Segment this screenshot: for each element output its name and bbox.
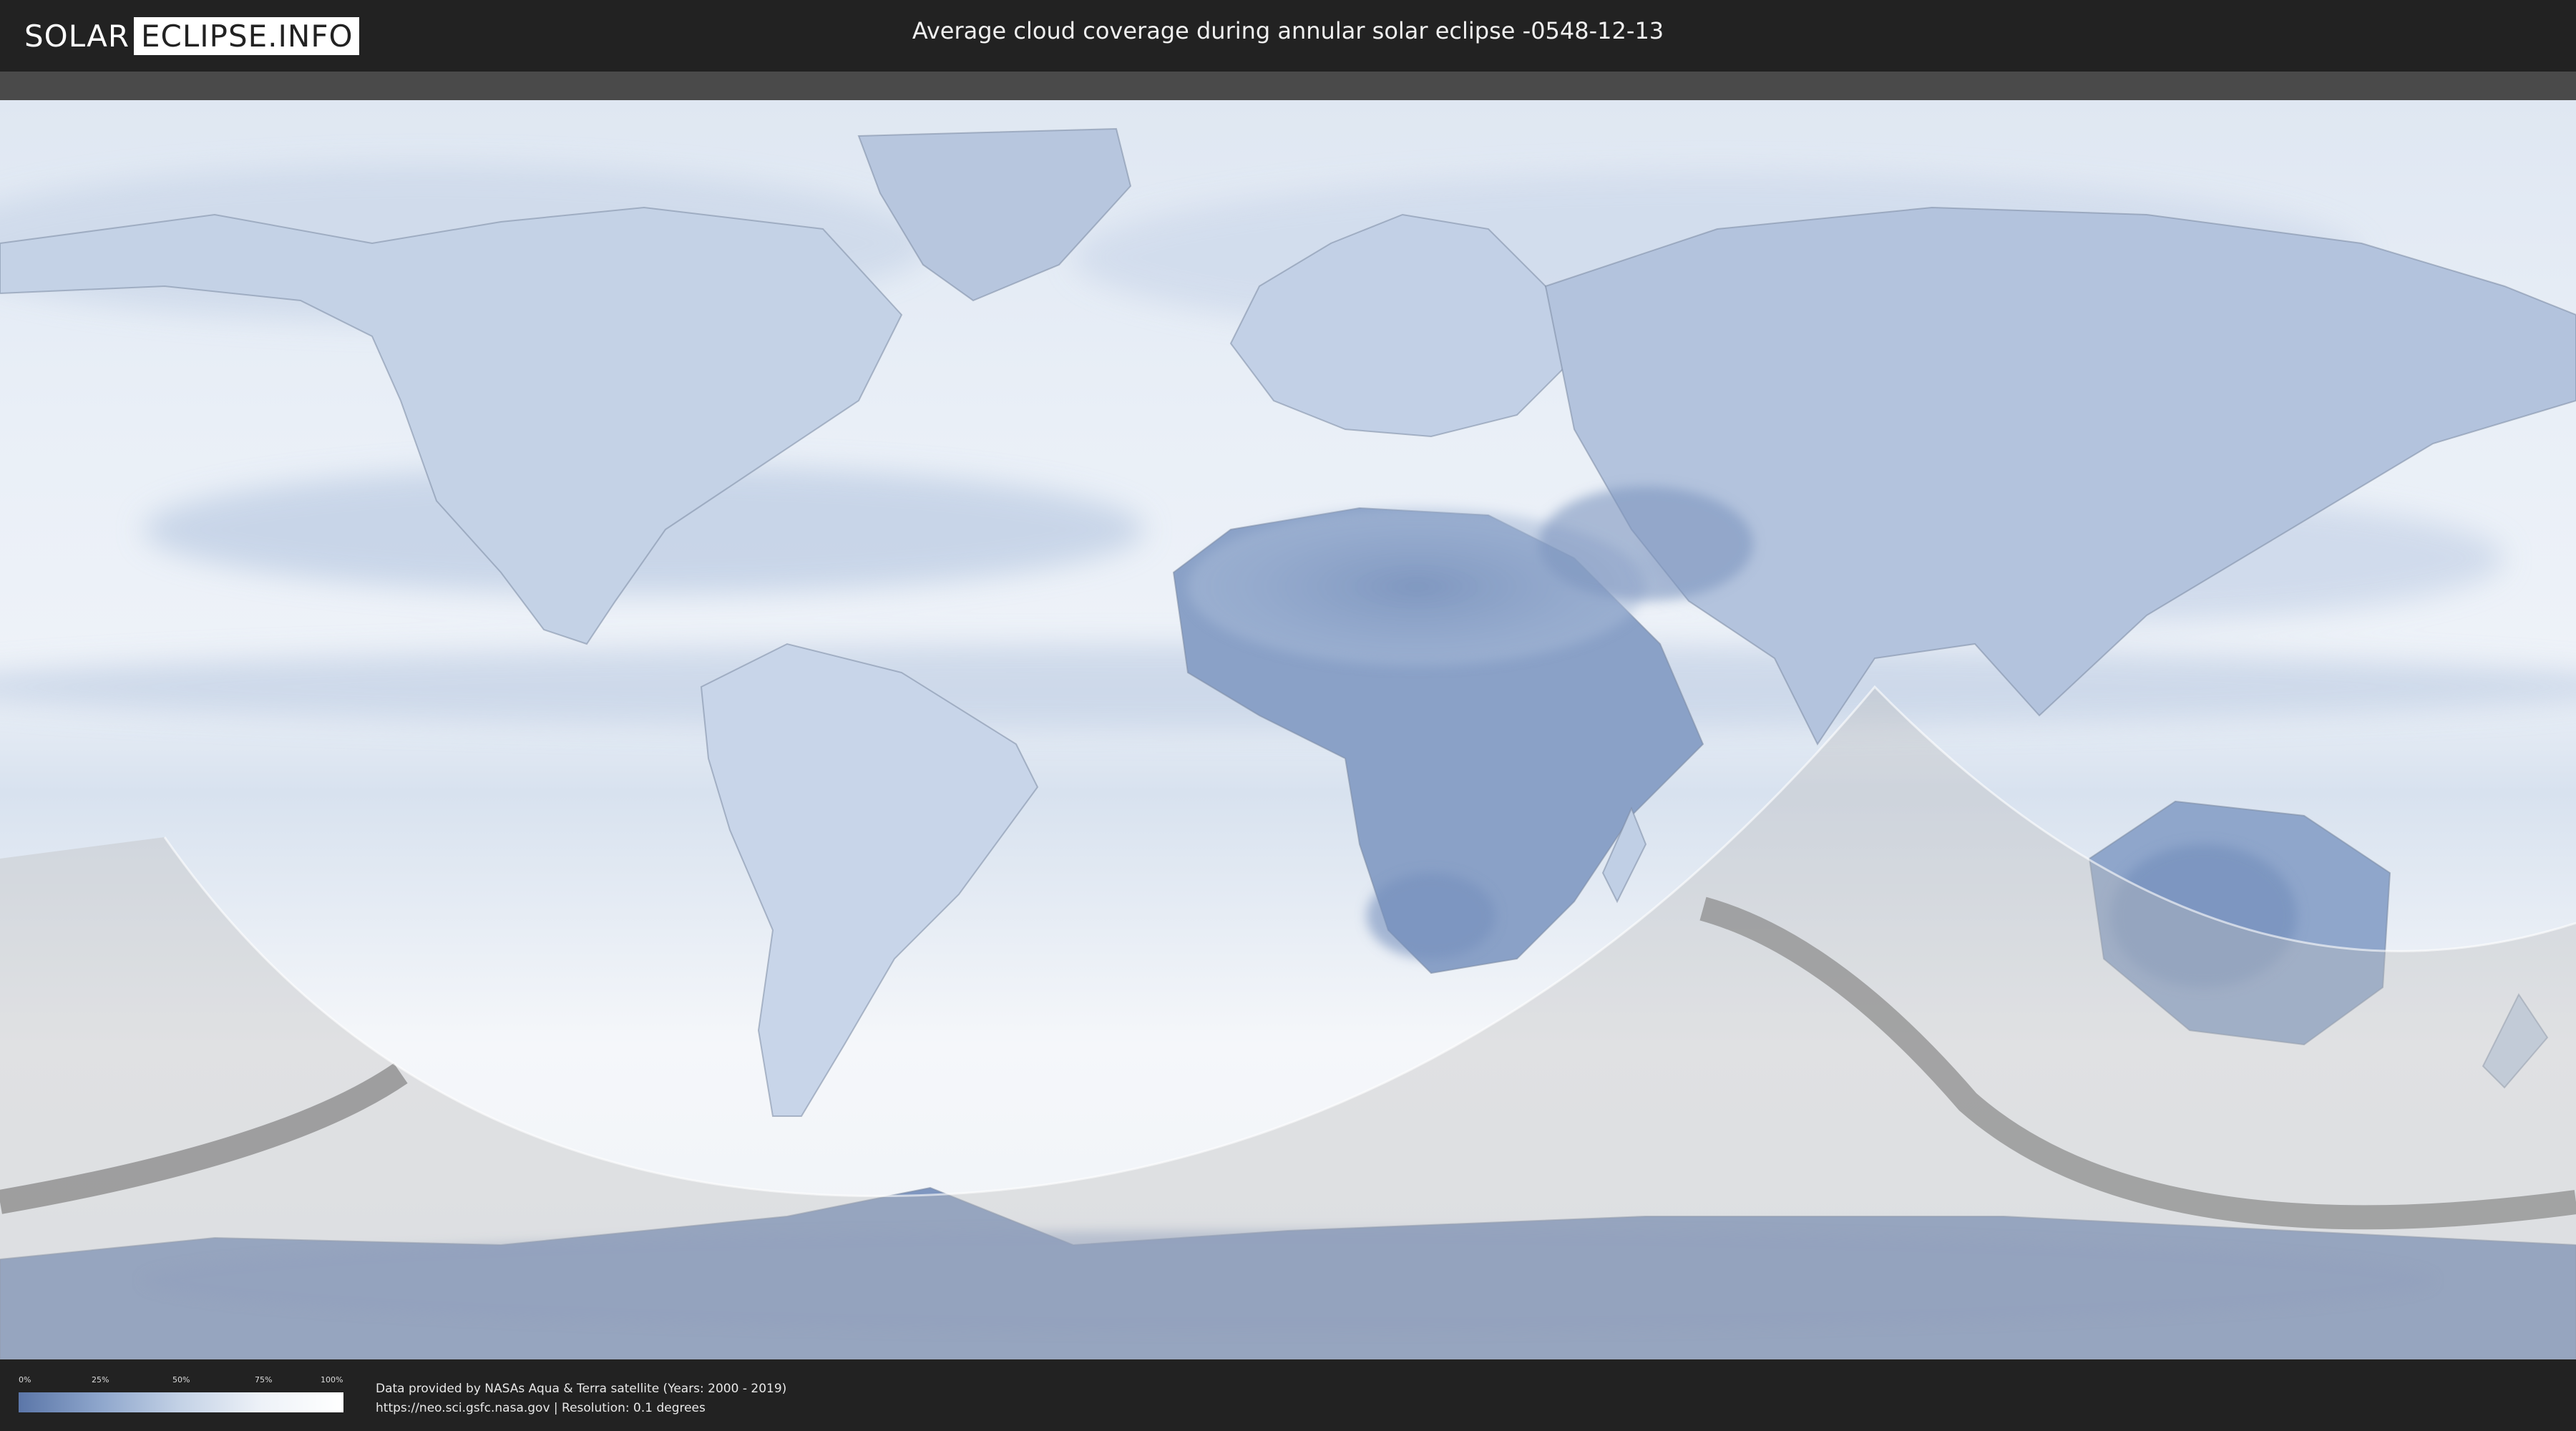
credits-line-source: Data provided by NASAs Aqua & Terra sate… [376,1382,787,1396]
data-credits: Data provided by NASAs Aqua & Terra sate… [376,1379,786,1418]
legend-tick-0: 0% [19,1375,31,1384]
legend-gradient-bar [19,1392,343,1412]
credits-line-url[interactable]: https://neo.sci.gsfc.nasa.gov | Resoluti… [376,1399,786,1418]
page-title: Average cloud coverage during annular so… [912,17,1664,44]
cloud-coverage-legend: 0% 25% 50% 75% 100% [19,1375,343,1415]
footer-bar: 0% 25% 50% 75% 100% Data provided by NAS… [0,1359,2576,1431]
legend-tick-100: 100% [321,1375,343,1384]
legend-tick-50: 50% [172,1375,190,1384]
legend-tick-25: 25% [92,1375,109,1384]
legend-tick-75: 75% [255,1375,273,1384]
header-bar: SOLAR ECLIPSE.INFO Average cloud coverag… [0,0,2576,72]
legend-ticks: 0% 25% 50% 75% 100% [19,1375,343,1385]
map-svg [0,100,2576,1359]
map-top-border [0,72,2576,100]
eclipse-cloud-map-app: SOLAR ECLIPSE.INFO Average cloud coverag… [0,0,2576,1431]
cloud-coverage-map[interactable] [0,100,2576,1359]
